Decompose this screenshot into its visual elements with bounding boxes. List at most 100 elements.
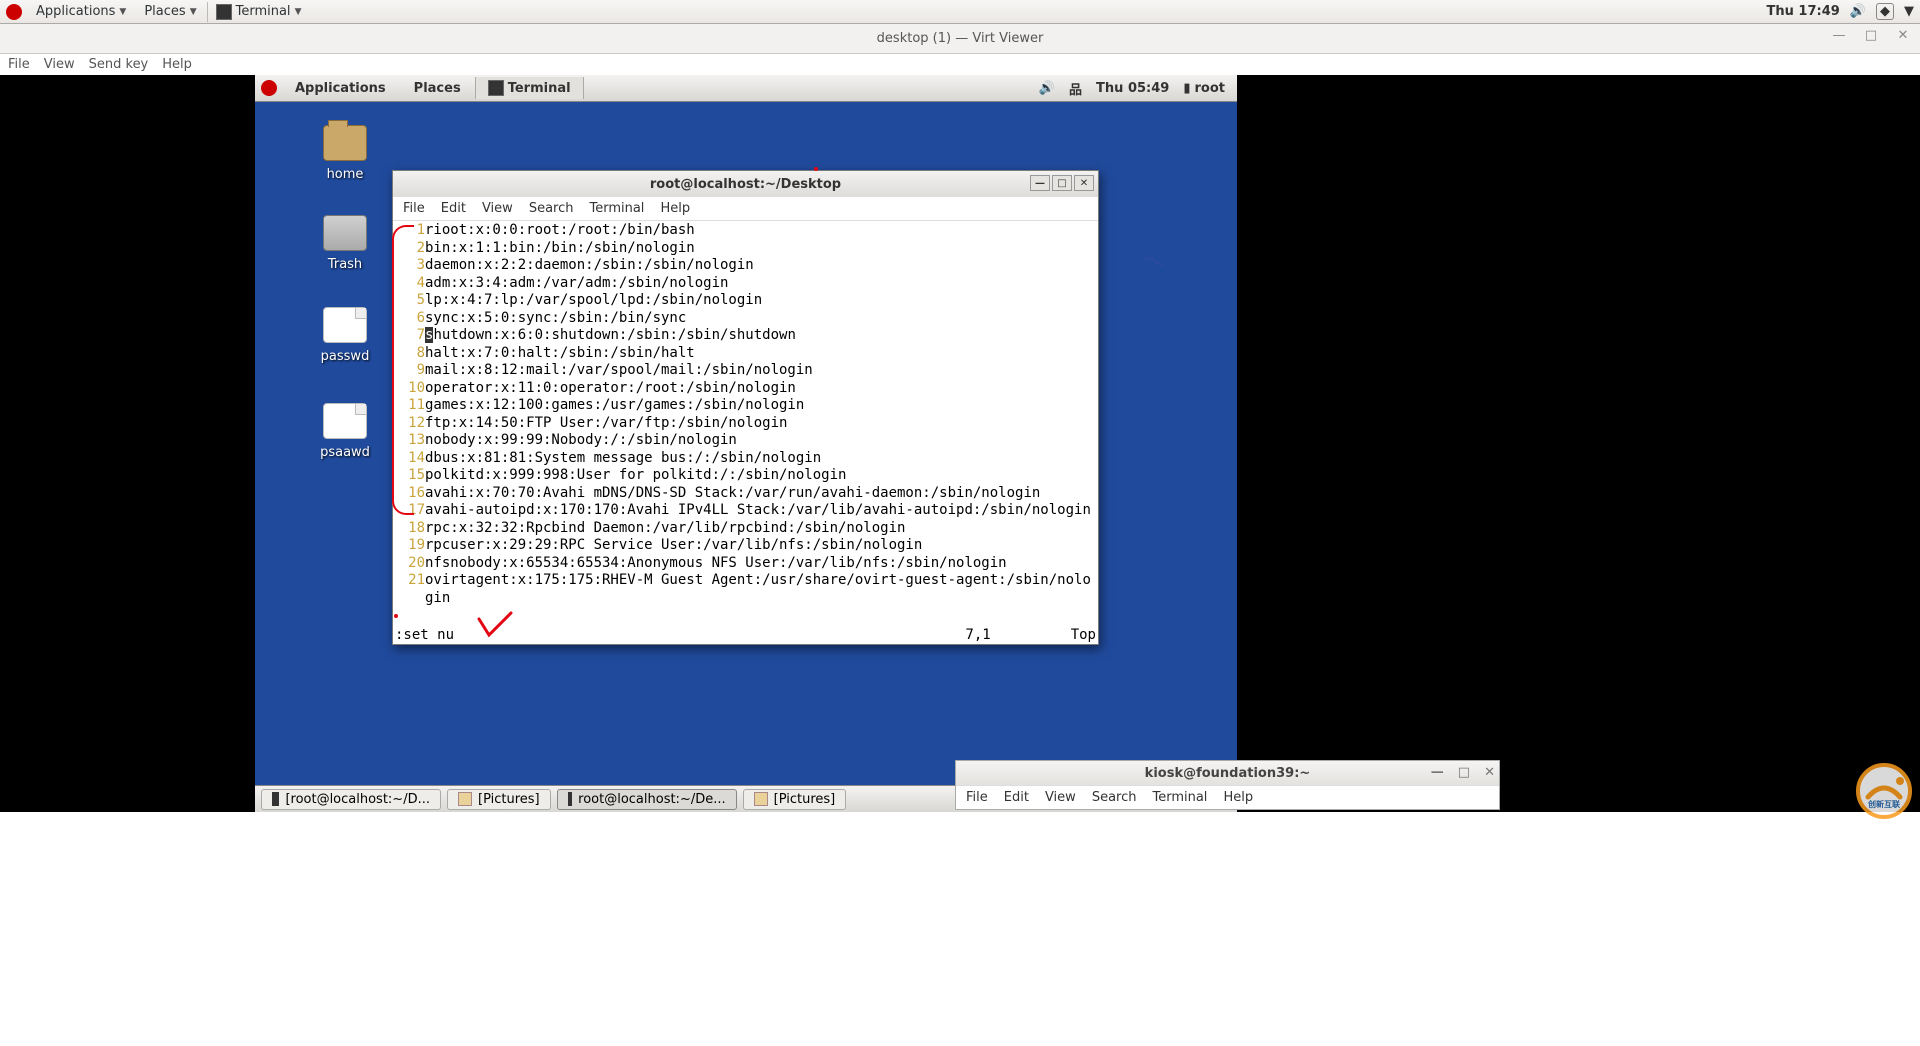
- taskbar-item-pictures-2[interactable]: [Pictures]: [743, 789, 847, 810]
- watermark-logo: 创新互联: [1854, 761, 1914, 821]
- guest-menu-places[interactable]: Places: [400, 78, 475, 99]
- host-term-menu-help[interactable]: Help: [1223, 790, 1253, 805]
- taskbar-item-terminal-1[interactable]: [root@localhost:~/D...: [261, 789, 441, 810]
- line-number: 6: [395, 310, 425, 328]
- letterbox-right: [1237, 75, 1920, 812]
- maximize-button[interactable]: □: [1864, 28, 1878, 42]
- line-number: 2: [395, 240, 425, 258]
- line-number: 16: [395, 485, 425, 503]
- vv-menu-view[interactable]: View: [44, 57, 75, 72]
- guest-desktop[interactable]: Applications Places Terminal 品 Thu 05:49…: [255, 75, 1237, 812]
- line-text: rpc:x:32:32:Rpcbind Daemon:/var/lib/rpcb…: [425, 520, 1096, 538]
- terminal-menu-file[interactable]: File: [403, 201, 425, 216]
- line-text: games:x:12:100:games:/usr/games:/sbin/no…: [425, 397, 1096, 415]
- terminal-minimize-button[interactable]: —: [1030, 175, 1050, 191]
- host-menu-places[interactable]: Places▼: [136, 2, 204, 21]
- host-term-close-button[interactable]: ✕: [1484, 765, 1495, 780]
- line-number: 4: [395, 275, 425, 293]
- vv-menu-help[interactable]: Help: [162, 57, 192, 72]
- line-text: rpcuser:x:29:29:RPC Service User:/var/li…: [425, 537, 1096, 555]
- guest-clock[interactable]: Thu 05:49: [1096, 81, 1169, 96]
- line-number: 17: [395, 502, 425, 520]
- host-term-minimize-button[interactable]: —: [1431, 765, 1444, 780]
- line-text: operator:x:11:0:operator:/root:/sbin/nol…: [425, 380, 1096, 398]
- line-number: 8: [395, 345, 425, 363]
- line-text: polkitd:x:999:998:User for polkitd:/:/sb…: [425, 467, 1096, 485]
- line-text: mail:x:8:12:mail:/var/spool/mail:/sbin/n…: [425, 362, 1096, 380]
- line-number: 11: [395, 397, 425, 415]
- desktop-icon-psaawd[interactable]: psaawd: [310, 403, 380, 460]
- host-term-menu-file[interactable]: File: [966, 790, 988, 805]
- host-terminal-window[interactable]: kiosk@foundation39:~ — □ ✕ File Edit Vie…: [955, 760, 1500, 810]
- trash-icon: [323, 215, 367, 251]
- desktop-icon-trash[interactable]: Trash: [310, 215, 380, 272]
- line-number: 18: [395, 520, 425, 538]
- guest-network-icon[interactable]: 品: [1069, 79, 1082, 98]
- terminal-titlebar[interactable]: root@localhost:~/Desktop — □ ✕: [393, 171, 1098, 197]
- line-text: nfsnobody:x:65534:65534:Anonymous NFS Us…: [425, 555, 1096, 573]
- vim-scroll-pos: Top: [1071, 627, 1096, 644]
- host-top-panel: Applications▼ Places▼ Terminal▼ Thu 17:4…: [0, 0, 1920, 24]
- guest-menu-applications[interactable]: Applications: [281, 78, 400, 99]
- terminal-close-button[interactable]: ✕: [1074, 175, 1094, 191]
- host-term-maximize-button[interactable]: □: [1458, 765, 1470, 780]
- terminal-body[interactable]: 1 rioot:x:0:0:root:/root:/bin/bash 2 bin…: [393, 221, 1098, 644]
- terminal-menu-help[interactable]: Help: [660, 201, 690, 216]
- virt-viewer-title-text: desktop (1) — Virt Viewer: [877, 31, 1044, 46]
- vv-menu-sendkey[interactable]: Send key: [89, 57, 149, 72]
- line-text: ftp:x:14:50:FTP User:/var/ftp:/sbin/nolo…: [425, 415, 1096, 433]
- power-icon[interactable]: ▼: [1904, 4, 1914, 19]
- line-number: 3: [395, 257, 425, 275]
- volume-icon[interactable]: [1850, 4, 1866, 19]
- host-term-menu-terminal[interactable]: Terminal: [1152, 790, 1207, 805]
- terminal-maximize-button[interactable]: □: [1052, 175, 1072, 191]
- line-text: avahi:x:70:70:Avahi mDNS/DNS-SD Stack:/v…: [425, 485, 1096, 503]
- terminal-icon: [488, 80, 504, 96]
- desktop-icon-passwd[interactable]: passwd: [310, 307, 380, 364]
- guest-task-terminal[interactable]: Terminal: [475, 77, 584, 99]
- minimize-button[interactable]: —: [1832, 28, 1846, 42]
- file-icon: [323, 403, 367, 439]
- host-task-terminal[interactable]: Terminal▼: [207, 2, 310, 22]
- redhat-icon: [261, 80, 277, 96]
- annotation-squiggle: [1141, 255, 1165, 273]
- annotation-dot-top: [814, 167, 818, 171]
- line-number: 1: [395, 222, 425, 240]
- terminal-window[interactable]: root@localhost:~/Desktop — □ ✕ File Edit…: [392, 170, 1099, 645]
- host-terminal-titlebar[interactable]: kiosk@foundation39:~ — □ ✕: [956, 761, 1499, 785]
- letterbox-left: [0, 75, 255, 812]
- line-number: 9: [395, 362, 425, 380]
- taskbar-item-terminal-2[interactable]: root@localhost:~/De...: [557, 789, 737, 810]
- folder-icon: [323, 125, 367, 161]
- guest-volume-icon[interactable]: [1039, 81, 1055, 96]
- vv-menu-file[interactable]: File: [8, 57, 30, 72]
- terminal-menu-view[interactable]: View: [482, 201, 513, 216]
- host-term-menu-view[interactable]: View: [1045, 790, 1076, 805]
- host-terminal-title-text: kiosk@foundation39:~: [1145, 766, 1311, 781]
- host-terminal-menubar: File Edit View Search Terminal Help: [956, 785, 1499, 809]
- host-term-menu-search[interactable]: Search: [1092, 790, 1137, 805]
- folder-icon: [754, 792, 768, 806]
- taskbar-item-pictures-1[interactable]: [Pictures]: [447, 789, 551, 810]
- line-text: nobody:x:99:99:Nobody:/:/sbin/nologin: [425, 432, 1096, 450]
- close-button[interactable]: ✕: [1896, 28, 1910, 42]
- desktop-icon-home[interactable]: home: [310, 125, 380, 182]
- line-number: 10: [395, 380, 425, 398]
- terminal-title-text: root@localhost:~/Desktop: [650, 177, 841, 192]
- line-text: rioot:x:0:0:root:/root:/bin/bash: [425, 222, 1096, 240]
- redhat-icon: [6, 4, 22, 20]
- terminal-menu-terminal[interactable]: Terminal: [589, 201, 644, 216]
- line-text: daemon:x:2:2:daemon:/sbin:/sbin/nologin: [425, 257, 1096, 275]
- terminal-menubar: File Edit View Search Terminal Help: [393, 197, 1098, 221]
- line-number: 5: [395, 292, 425, 310]
- line-text: dbus:x:81:81:System message bus:/:/sbin/…: [425, 450, 1096, 468]
- line-number: 14: [395, 450, 425, 468]
- guest-user-indicator[interactable]: ▮root: [1183, 81, 1225, 96]
- terminal-menu-search[interactable]: Search: [529, 201, 574, 216]
- host-menu-applications[interactable]: Applications▼: [28, 2, 134, 21]
- terminal-menu-edit[interactable]: Edit: [441, 201, 466, 216]
- host-clock[interactable]: Thu 17:49: [1767, 4, 1840, 19]
- line-number: 12: [395, 415, 425, 433]
- a11y-icon[interactable]: ◆: [1876, 3, 1894, 20]
- host-term-menu-edit[interactable]: Edit: [1004, 790, 1029, 805]
